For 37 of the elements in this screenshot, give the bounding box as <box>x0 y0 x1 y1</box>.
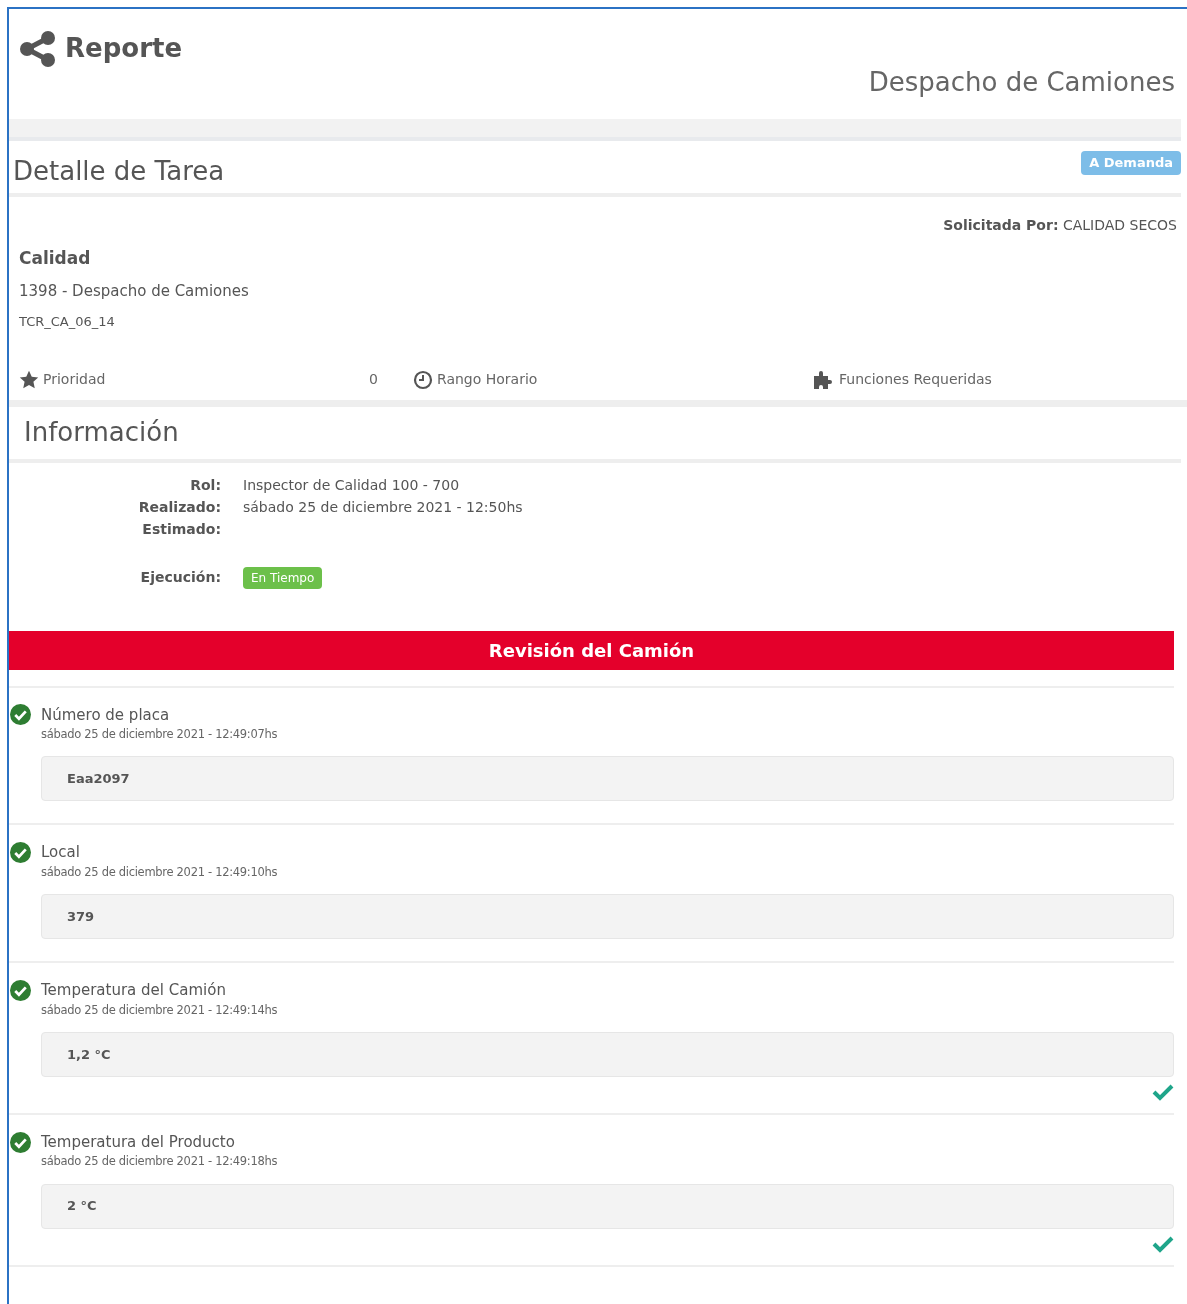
item-label: Temperatura del Camión <box>41 980 226 1001</box>
demand-badge: A Demanda <box>1081 151 1181 175</box>
item-timestamp: sábado 25 de diciembre 2021 - 12:49:14hs <box>40 1001 279 1019</box>
field-value: Inspector de Calidad 100 - 700 <box>243 476 460 495</box>
answer-field: 379 <box>41 894 1174 939</box>
item-label: Número de placa <box>41 704 170 726</box>
section-title: Información <box>24 416 179 449</box>
item-timestamp: sábado 25 de diciembre 2021 - 12:49:18hs <box>40 1153 279 1171</box>
field-value: sábado 25 de diciembre 2021 - 12:50hs <box>243 498 523 517</box>
field-label: Estimado: <box>141 520 221 539</box>
item-timestamp: sábado 25 de diciembre 2021 - 12:49:07hs <box>40 726 279 743</box>
section-banner: Revisión del Camión <box>9 630 1174 670</box>
task-process: 1398 - Despacho de Camiones <box>19 280 250 302</box>
priority-label: Prioridad <box>43 370 106 389</box>
on-time-badge: En Tiempo <box>243 566 323 589</box>
answer-field: 2 °C <box>41 1183 1174 1229</box>
answer-field: Eaa2097 <box>41 756 1174 802</box>
requested-by: Solicitada Por: CALIDAD SECOS <box>943 216 1177 235</box>
page-subtitle: Despacho de Camiones <box>868 66 1175 99</box>
item-label: Temperatura del Producto <box>41 1131 235 1153</box>
item-timestamp: sábado 25 de diciembre 2021 - 12:49:10hs <box>40 863 279 881</box>
clock-icon <box>413 369 433 390</box>
star-icon <box>19 369 39 390</box>
time-range-label: Rango Horario <box>437 370 538 389</box>
field-label: Rol: <box>189 476 221 495</box>
field-label: Realizado: <box>137 498 221 517</box>
answer-field: 1,2 °C <box>41 1031 1174 1077</box>
task-code: TCR_CA_06_14 <box>19 313 116 331</box>
task-category: Calidad <box>19 247 92 270</box>
required-functions-label: Funciones Requeridas <box>839 370 992 389</box>
share-icon <box>19 29 57 68</box>
priority-value: 0 <box>369 370 379 389</box>
section-title: Detalle de Tarea <box>13 154 225 188</box>
item-label: Local <box>41 842 80 864</box>
page-title: Reporte <box>65 32 182 65</box>
execution-label: Ejecución: <box>139 568 221 587</box>
puzzle-icon <box>813 369 835 390</box>
